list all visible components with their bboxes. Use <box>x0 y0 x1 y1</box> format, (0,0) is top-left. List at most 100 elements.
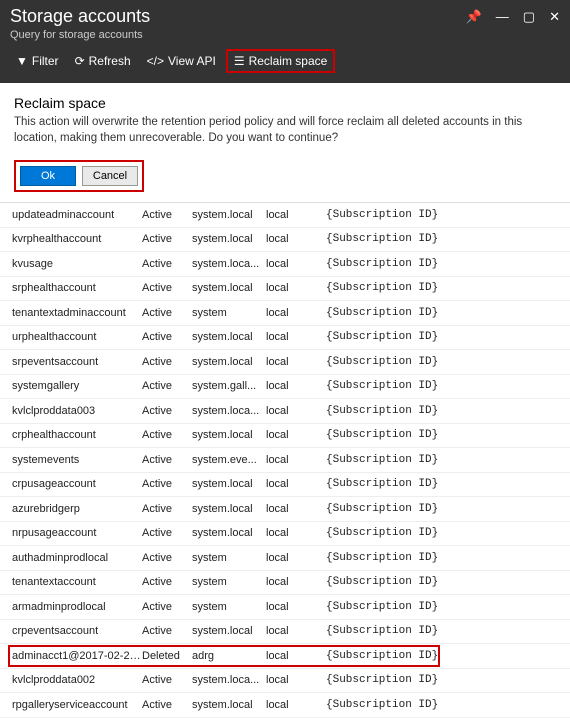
table-row[interactable]: crpusageaccountActivesystem.locallocal{S… <box>0 473 570 498</box>
cell-status: Active <box>142 258 192 270</box>
cell-location: local <box>266 478 326 490</box>
cell-status: Active <box>142 331 192 343</box>
cell-status: Active <box>142 454 192 466</box>
cell-resource-group: system.local <box>192 209 266 221</box>
cell-name: kvlclproddata002 <box>12 674 142 686</box>
cell-subscription: {Subscription ID} <box>326 601 558 613</box>
cell-subscription: {Subscription ID} <box>326 405 558 417</box>
table-row[interactable]: kvlclproddata003Activesystem.loca...loca… <box>0 399 570 424</box>
reclaim-dialog: Reclaim space This action will overwrite… <box>0 83 570 203</box>
view-api-button[interactable]: </> View API <box>141 51 222 71</box>
cell-status: Active <box>142 625 192 637</box>
cell-resource-group: system.local <box>192 478 266 490</box>
cell-name: kvusage <box>12 258 142 270</box>
cell-subscription: {Subscription ID} <box>326 356 558 368</box>
table-row[interactable]: systemeventsActivesystem.eve...local{Sub… <box>0 448 570 473</box>
table-row[interactable]: kvrphealthaccountActivesystem.locallocal… <box>0 228 570 253</box>
cell-subscription: {Subscription ID} <box>326 233 558 245</box>
cell-name: updateadminaccount <box>12 209 142 221</box>
dialog-buttons: Ok Cancel <box>14 160 144 192</box>
cell-name: tenantextadminaccount <box>12 307 142 319</box>
cell-location: local <box>266 380 326 392</box>
table-row[interactable]: crpeventsaccountActivesystem.locallocal{… <box>0 620 570 645</box>
cell-name: rpgalleryserviceaccount <box>12 699 142 711</box>
reclaim-icon: ☰ <box>234 54 245 68</box>
table-row[interactable]: urphealthaccountActivesystem.locallocal{… <box>0 326 570 351</box>
reclaim-space-button[interactable]: ☰ Reclaim space <box>226 49 335 73</box>
cell-status: Active <box>142 405 192 417</box>
cell-name: nrpusageaccount <box>12 527 142 539</box>
cell-subscription: {Subscription ID} <box>326 380 558 392</box>
table-row[interactable]: kvlclproddata002Activesystem.loca...loca… <box>0 669 570 694</box>
table-row[interactable]: rpgalleryserviceaccountActivesystem.loca… <box>0 693 570 718</box>
cell-location: local <box>266 601 326 613</box>
window-controls: 📌 ― ▢ ✕ <box>466 9 560 25</box>
cell-resource-group: system.local <box>192 233 266 245</box>
cell-status: Active <box>142 429 192 441</box>
cell-subscription: {Subscription ID} <box>326 527 558 539</box>
table-row[interactable]: crphealthaccountActivesystem.locallocal{… <box>0 424 570 449</box>
cell-subscription: {Subscription ID} <box>326 478 558 490</box>
cell-name: armadminprodlocal <box>12 601 142 613</box>
table-row[interactable]: tenantextaccountActivesystemlocal{Subscr… <box>0 571 570 596</box>
table-row[interactable]: nrpusageaccountActivesystem.locallocal{S… <box>0 522 570 547</box>
cell-subscription: {Subscription ID} <box>326 331 558 343</box>
cell-resource-group: system.loca... <box>192 405 266 417</box>
filter-label: Filter <box>32 54 59 68</box>
table-row[interactable]: tenantextadminaccountActivesystemlocal{S… <box>0 301 570 326</box>
page-subtitle: Query for storage accounts <box>10 29 560 41</box>
cell-location: local <box>266 356 326 368</box>
table-row[interactable]: systemgalleryActivesystem.gall...local{S… <box>0 375 570 400</box>
cell-status: Active <box>142 356 192 368</box>
cell-location: local <box>266 331 326 343</box>
cell-status: Active <box>142 552 192 564</box>
table-row[interactable]: srpeventsaccountActivesystem.locallocal{… <box>0 350 570 375</box>
cell-resource-group: system.local <box>192 331 266 343</box>
cell-name: srpeventsaccount <box>12 356 142 368</box>
table-row[interactable]: armadminprodlocalActivesystemlocal{Subsc… <box>0 595 570 620</box>
cell-subscription: {Subscription ID} <box>326 625 558 637</box>
filter-button[interactable]: ▼ Filter <box>10 51 65 71</box>
maximize-icon[interactable]: ▢ <box>523 9 535 25</box>
cell-name: authadminprodlocal <box>12 552 142 564</box>
table-row[interactable]: azurebridgerpActivesystem.locallocal{Sub… <box>0 497 570 522</box>
ok-button[interactable]: Ok <box>20 166 76 186</box>
cell-resource-group: system.local <box>192 356 266 368</box>
cell-name: tenantextaccount <box>12 576 142 588</box>
page-title: Storage accounts <box>10 6 466 27</box>
cell-name: systemgallery <box>12 380 142 392</box>
cell-status: Deleted <box>142 650 192 662</box>
table-row[interactable]: updateadminaccountActivesystem.localloca… <box>0 203 570 228</box>
cell-location: local <box>266 527 326 539</box>
pin-icon[interactable]: 📌 <box>466 9 482 25</box>
cell-subscription: {Subscription ID} <box>326 674 558 686</box>
cell-name: crphealthaccount <box>12 429 142 441</box>
cell-name: azurebridgerp <box>12 503 142 515</box>
cell-resource-group: system <box>192 307 266 319</box>
storage-accounts-table: updateadminaccountActivesystem.localloca… <box>0 203 570 718</box>
cell-location: local <box>266 625 326 637</box>
cell-resource-group: system <box>192 576 266 588</box>
dialog-title: Reclaim space <box>14 95 556 111</box>
table-row[interactable]: adminacct1@2017-02-22T18...Deletedadrglo… <box>0 644 570 669</box>
cell-status: Active <box>142 380 192 392</box>
cell-resource-group: system <box>192 601 266 613</box>
table-row[interactable]: srphealthaccountActivesystem.locallocal{… <box>0 277 570 302</box>
cell-name: crpusageaccount <box>12 478 142 490</box>
cell-subscription: {Subscription ID} <box>326 650 558 662</box>
cell-status: Active <box>142 527 192 539</box>
cell-status: Active <box>142 576 192 588</box>
cell-status: Active <box>142 209 192 221</box>
refresh-button[interactable]: ⟳ Refresh <box>69 51 137 71</box>
table-row[interactable]: kvusageActivesystem.loca...local{Subscri… <box>0 252 570 277</box>
cell-location: local <box>266 503 326 515</box>
view-api-label: View API <box>168 54 216 68</box>
cell-subscription: {Subscription ID} <box>326 209 558 221</box>
minimize-icon[interactable]: ― <box>496 9 509 24</box>
close-icon[interactable]: ✕ <box>549 9 560 25</box>
cell-name: systemevents <box>12 454 142 466</box>
cancel-button[interactable]: Cancel <box>82 166 138 186</box>
cell-location: local <box>266 307 326 319</box>
table-row[interactable]: authadminprodlocalActivesystemlocal{Subs… <box>0 546 570 571</box>
cell-resource-group: system.local <box>192 429 266 441</box>
